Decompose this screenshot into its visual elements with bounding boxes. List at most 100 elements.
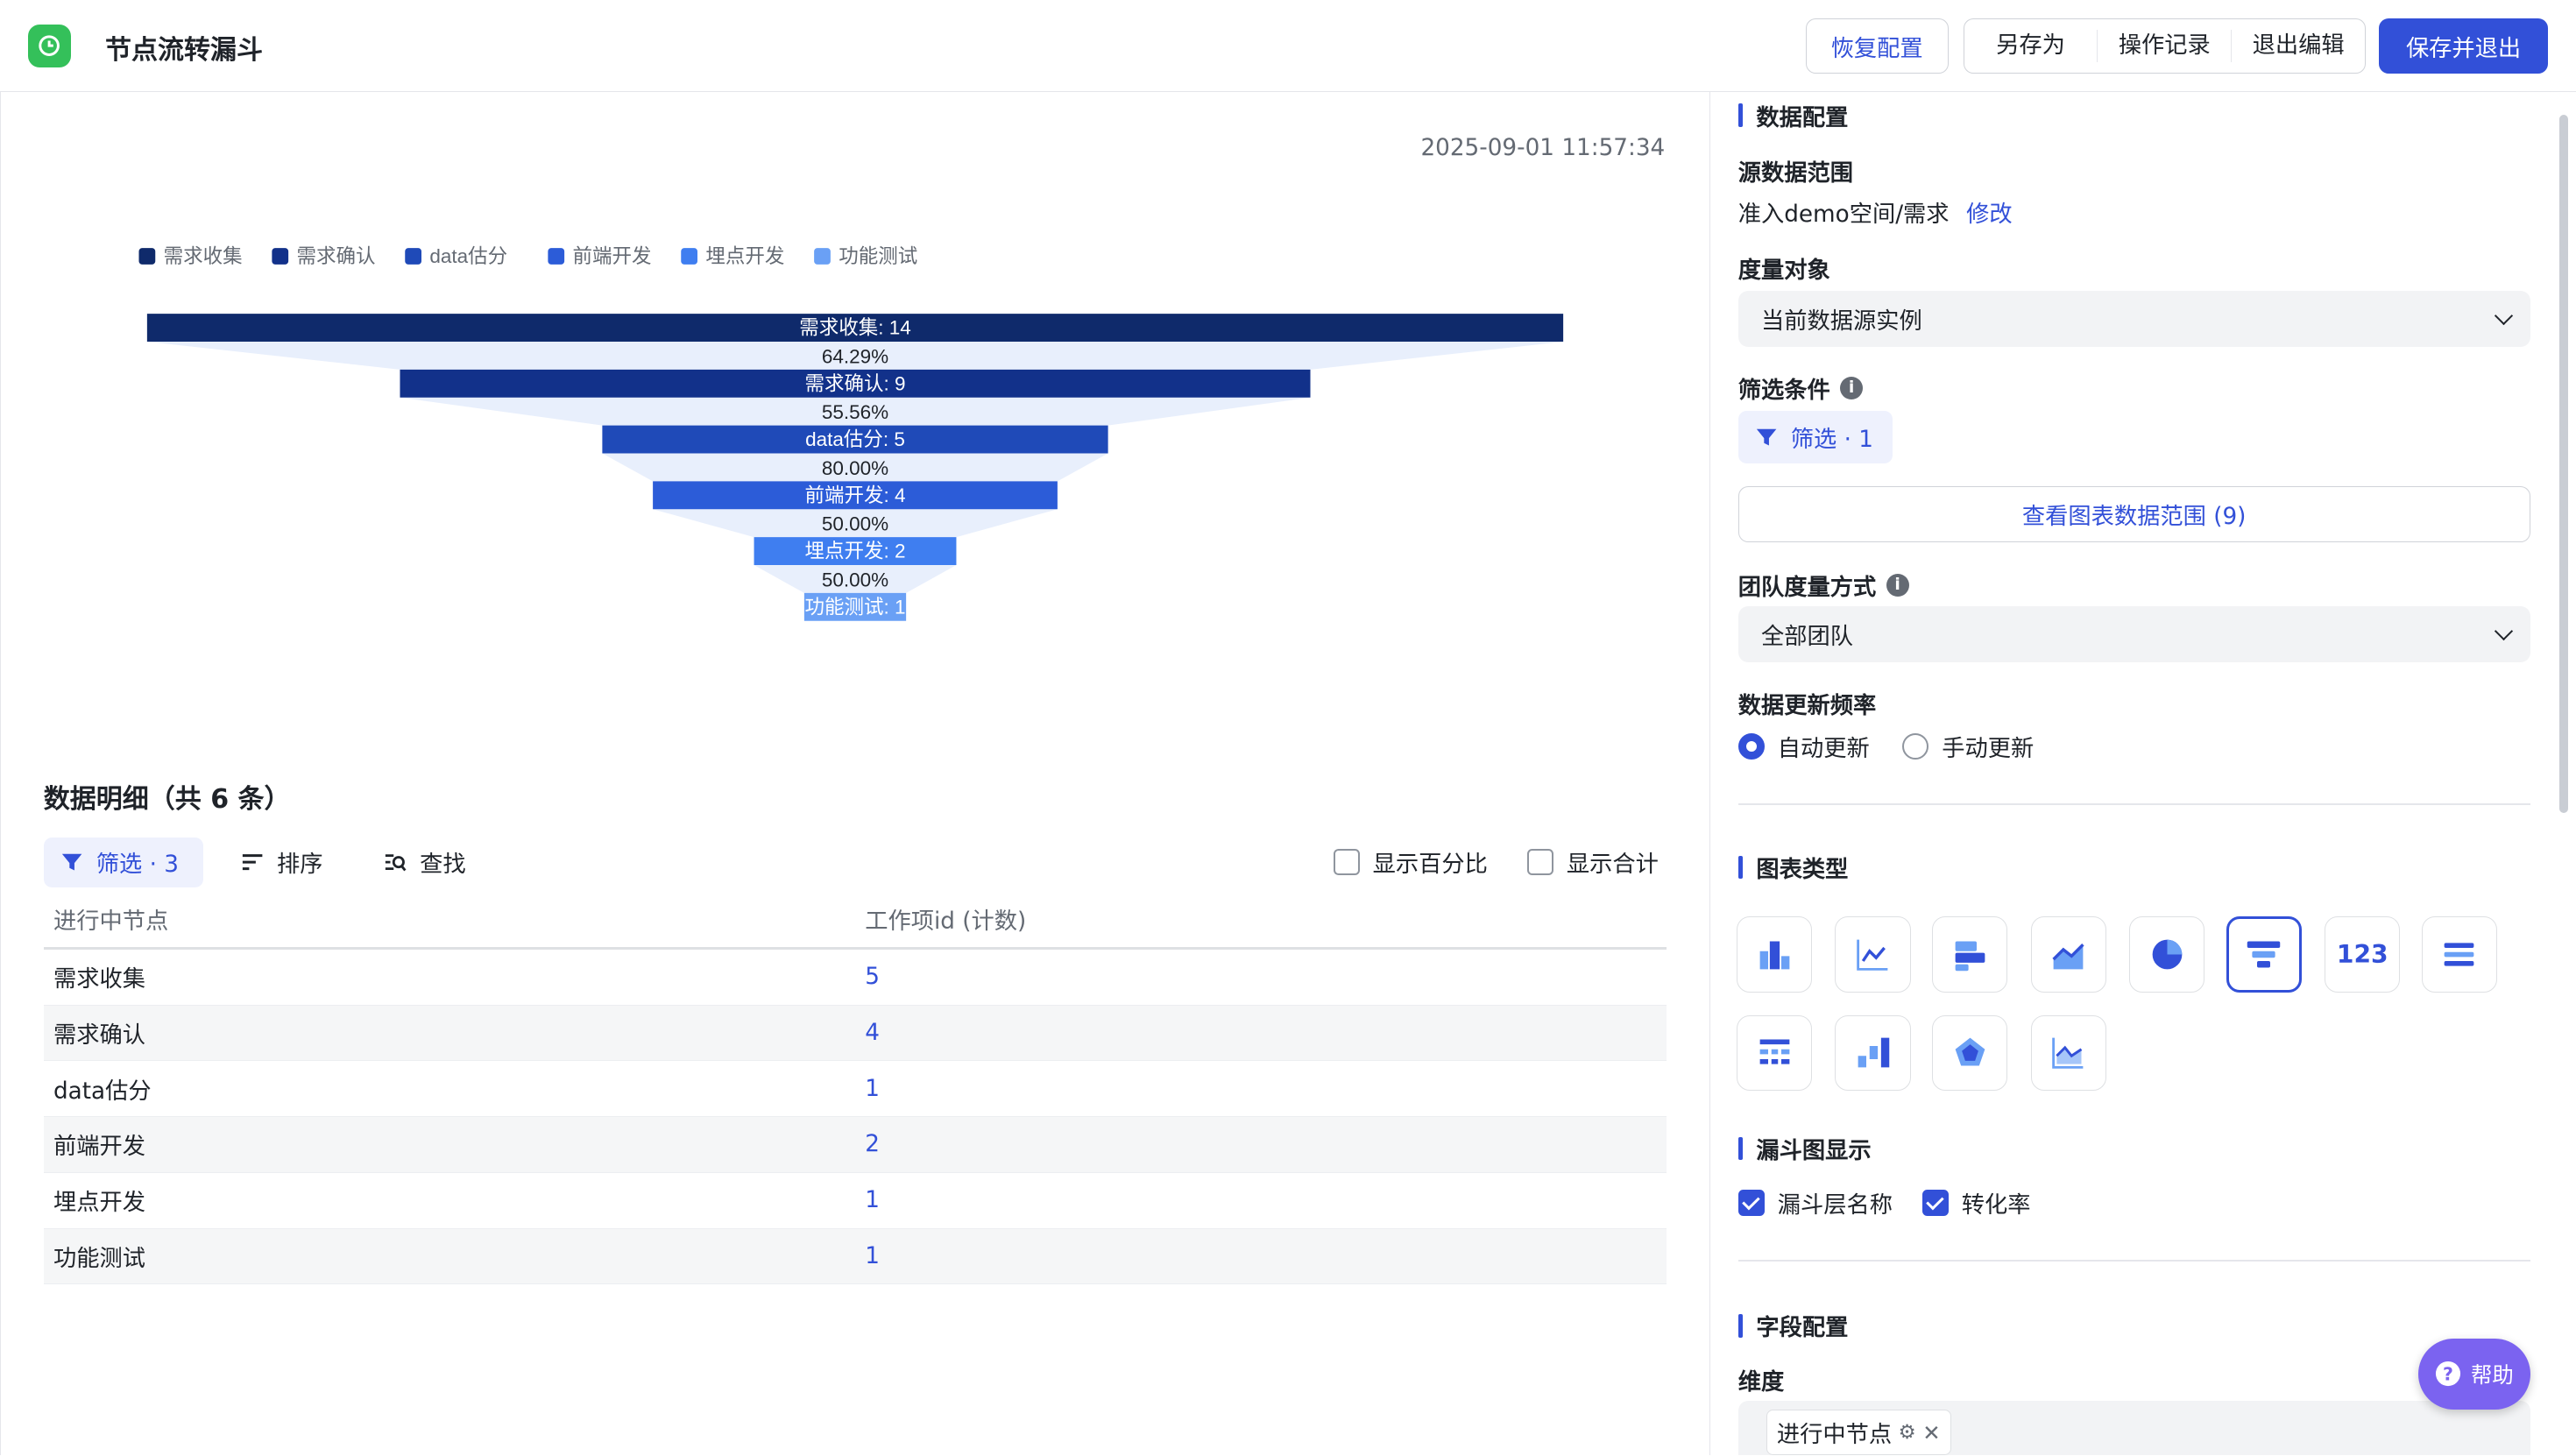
legend-label[interactable]: data估分 — [429, 245, 507, 267]
show-percent-toggle[interactable]: 显示百分比 — [1333, 838, 1488, 887]
row-count-link[interactable]: 2 — [855, 1131, 1667, 1157]
row-node: 需求确认 — [53, 1021, 145, 1049]
exit-edit-button[interactable]: 退出编辑 — [2232, 30, 2365, 63]
radar-chart-icon — [1955, 1038, 1985, 1066]
help-button[interactable]: ? 帮助 — [2418, 1339, 2530, 1410]
row-count-link[interactable]: 5 — [855, 964, 1667, 990]
legend-swatch[interactable] — [272, 248, 289, 265]
table-row: 埋点开发 1 — [43, 1173, 1667, 1229]
layer-name-checkbox[interactable] — [1737, 1189, 1765, 1216]
chart-type-pie[interactable] — [2129, 916, 2205, 993]
legend-swatch[interactable] — [405, 248, 421, 265]
area-chart-icon — [2052, 943, 2084, 970]
chevron-down-icon — [2494, 306, 2514, 325]
legend-label[interactable]: 需求收集 — [164, 245, 243, 267]
sort-icon — [242, 854, 263, 871]
config-filter-label: 筛选 · 1 — [1790, 426, 1873, 453]
detail-title: 数据明细（共 6 条） — [43, 783, 291, 815]
legend-label[interactable]: 前端开发 — [573, 245, 652, 267]
config-filter-button[interactable]: 筛选 · 1 — [1737, 410, 1893, 463]
row-count-link[interactable]: 1 — [855, 1076, 1667, 1102]
top-bar: 节点流转漏斗 恢复配置 另存为 操作记录 退出编辑 保存并退出 — [0, 0, 2576, 92]
layer-name-label: 漏斗层名称 — [1777, 1191, 1893, 1219]
table-row: 需求收集 5 — [43, 950, 1667, 1006]
legend-label[interactable]: 需求确认 — [297, 245, 376, 267]
legend-swatch[interactable] — [814, 248, 831, 265]
funnel-stage-label: data估分: 5 — [805, 428, 905, 450]
divider — [1737, 1260, 2530, 1262]
pie-chart-icon — [2152, 939, 2182, 970]
sort-button[interactable]: 排序 — [241, 838, 323, 887]
chart-type-radar[interactable] — [1932, 1014, 2008, 1091]
save-and-exit-button[interactable]: 保存并退出 — [2379, 18, 2549, 74]
team-measure-select[interactable]: 全部团队 — [1737, 605, 2530, 662]
row-node: 需求收集 — [53, 966, 145, 993]
save-as-button[interactable]: 另存为 — [1964, 29, 2098, 63]
row-node: 埋点开发 — [53, 1190, 145, 1217]
funnel-display-heading: 漏斗图显示 — [1738, 1132, 1871, 1165]
chart-type-heading: 图表类型 — [1738, 851, 1848, 884]
dimension-tag[interactable]: 进行中节点 ⚙ ✕ — [1766, 1409, 1951, 1456]
svg-text:?: ? — [2443, 1364, 2453, 1385]
auto-update-radio[interactable] — [1737, 732, 1765, 760]
find-button[interactable]: 查找 — [384, 838, 466, 887]
legend-swatch[interactable] — [681, 248, 697, 265]
chart-type-funnel[interactable] — [2226, 916, 2302, 993]
dimension-label: 维度 — [1737, 1369, 1785, 1396]
table-row: 前端开发 2 — [43, 1117, 1667, 1173]
chart-type-waterfall[interactable] — [1835, 1014, 1911, 1091]
view-chart-range-button[interactable]: 查看图表数据范围 (9) — [1737, 486, 2530, 542]
legend-label[interactable]: 埋点开发 — [705, 245, 784, 267]
chart-type-bar[interactable] — [1932, 916, 2008, 993]
show-total-checkbox[interactable] — [1526, 849, 1553, 876]
detail-toolbar: 筛选 · 3 排序 查找 显示百分比 显示合计 — [43, 838, 1667, 890]
funnel-stage-label: 埋点开发: 2 — [804, 541, 905, 562]
column-chart-icon — [1759, 941, 1789, 970]
row-count-link[interactable]: 1 — [855, 1243, 1667, 1269]
config-scrollbar[interactable] — [2559, 115, 2568, 814]
chart-type-list[interactable] — [2421, 916, 2497, 993]
table-row: 功能测试 1 — [43, 1228, 1667, 1285]
row-count-link[interactable]: 1 — [855, 1187, 1667, 1213]
conversion-rate-label: 64.29% — [822, 345, 888, 367]
source-range-label: 源数据范围 — [1737, 160, 1853, 187]
row-count-link[interactable]: 4 — [855, 1020, 1667, 1046]
chart-type-number[interactable]: 123 — [2325, 916, 2401, 993]
show-total-toggle[interactable]: 显示合计 — [1526, 838, 1659, 887]
measure-select-value: 当前数据源实例 — [1761, 307, 1922, 335]
question-icon: ? — [2435, 1361, 2460, 1387]
auto-update-label: 自动更新 — [1777, 735, 1870, 762]
team-measure-value: 全部团队 — [1761, 623, 1853, 650]
filter-icon — [1756, 428, 1776, 446]
modify-link[interactable]: 修改 — [1966, 201, 2013, 228]
show-percent-checkbox[interactable] — [1333, 849, 1360, 876]
chart-type-column[interactable] — [1736, 916, 1813, 993]
app-logo-icon — [27, 25, 71, 67]
team-measure-heading: 团队度量方式 i — [1738, 569, 1909, 602]
dimension-tag-label: 进行中节点 — [1776, 1422, 1893, 1448]
legend-label[interactable]: 功能测试 — [839, 245, 917, 267]
measure-select[interactable]: 当前数据源实例 — [1737, 290, 2530, 347]
legend-swatch[interactable] — [548, 248, 565, 265]
history-button[interactable]: 操作记录 — [2098, 29, 2233, 63]
legend-swatch[interactable] — [138, 248, 156, 265]
page-title: 节点流转漏斗 — [105, 34, 263, 66]
help-label: 帮助 — [2471, 1361, 2514, 1388]
show-percent-label: 显示百分比 — [1372, 852, 1488, 879]
detail-filter-button[interactable]: 筛选 · 3 — [43, 838, 203, 887]
restore-config-button[interactable]: 恢复配置 — [1805, 18, 1949, 74]
chart-type-combo[interactable] — [2030, 1014, 2106, 1091]
conversion-rate-label: 50.00% — [822, 569, 888, 590]
list-chart-icon — [2445, 943, 2474, 966]
info-icon[interactable]: i — [1886, 573, 1909, 597]
chart-type-area[interactable] — [2030, 916, 2106, 993]
conversion-rate-checkbox[interactable] — [1921, 1189, 1949, 1216]
manual-update-radio[interactable] — [1902, 732, 1929, 760]
chart-type-table[interactable] — [1736, 1014, 1813, 1091]
team-measure-label: 团队度量方式 — [1737, 574, 1877, 601]
gear-icon[interactable]: ⚙ — [1899, 1421, 1916, 1444]
close-icon[interactable]: ✕ — [1922, 1420, 1940, 1445]
chart-type-line[interactable] — [1835, 916, 1911, 993]
info-icon[interactable]: i — [1840, 376, 1864, 399]
funnel-stage-label: 前端开发: 4 — [804, 484, 905, 506]
